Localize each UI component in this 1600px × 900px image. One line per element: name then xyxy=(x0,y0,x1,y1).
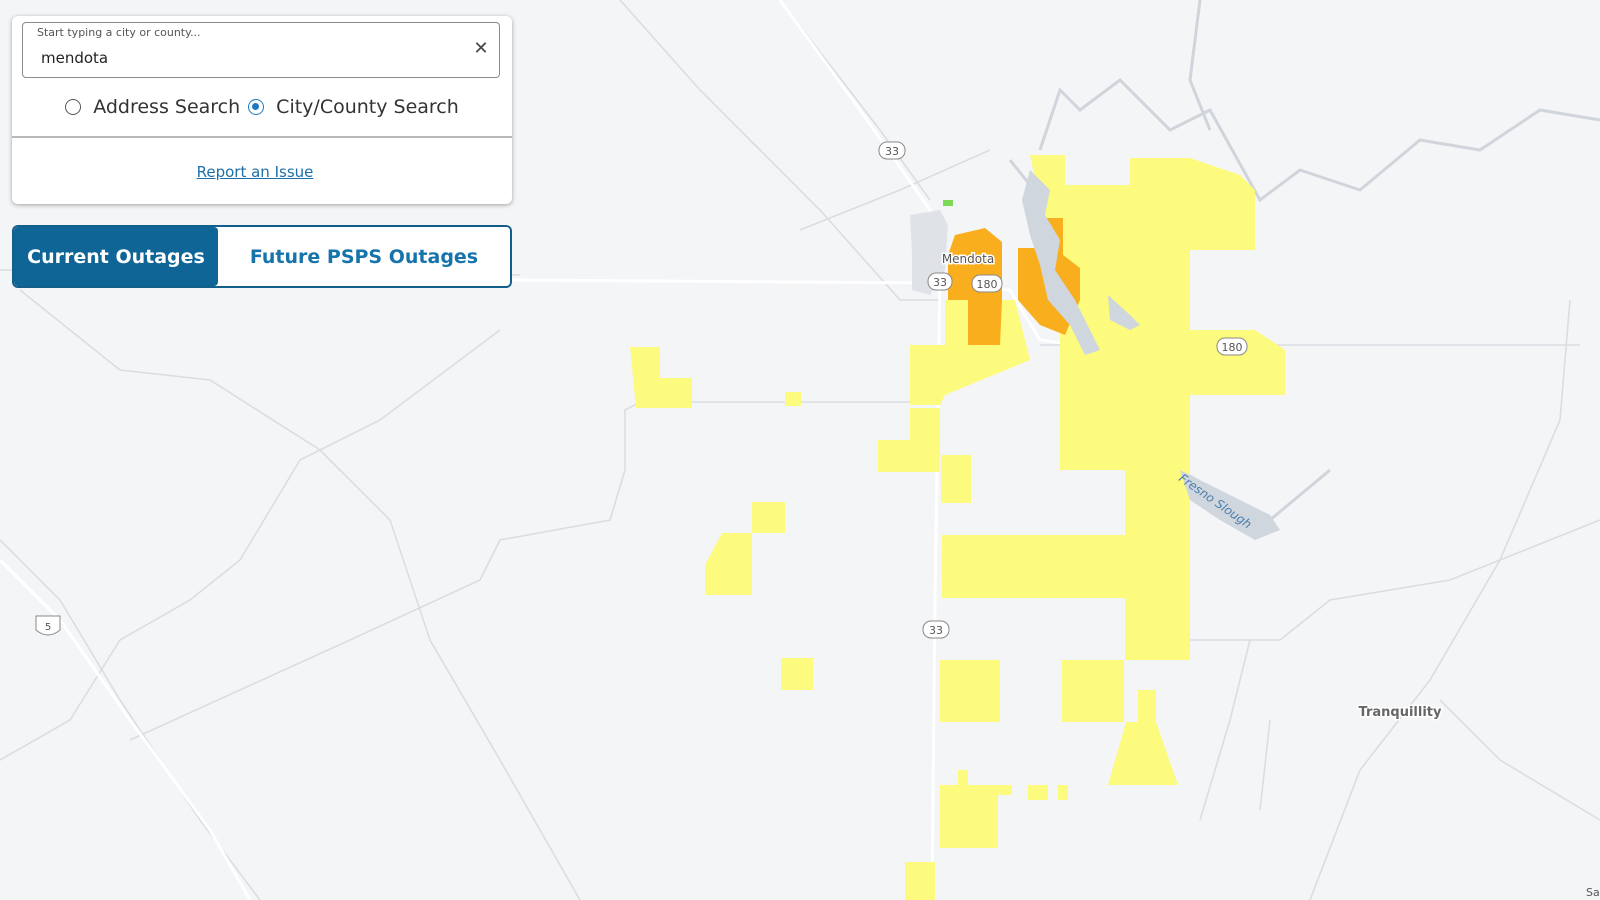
clear-icon[interactable]: ✕ xyxy=(471,39,491,59)
svg-text:180: 180 xyxy=(1222,341,1243,354)
shield-33-south: 33 xyxy=(922,620,950,639)
report-issue-link[interactable]: Report an Issue xyxy=(12,163,498,181)
outage-area[interactable] xyxy=(785,392,801,406)
city-county-search-label: City/County Search xyxy=(276,96,459,118)
divider xyxy=(12,136,512,138)
svg-text:180: 180 xyxy=(977,278,998,291)
outage-area[interactable] xyxy=(705,502,785,595)
outage-area[interactable] xyxy=(878,408,940,472)
search-field-label: Start typing a city or county... xyxy=(37,26,201,39)
shield-180-east: 180 xyxy=(1216,337,1248,356)
shield-33-north: 33 xyxy=(878,141,906,160)
search-panel: Start typing a city or county... ✕ Addre… xyxy=(12,16,512,204)
svg-text:5: 5 xyxy=(45,622,51,633)
address-search-label: Address Search xyxy=(93,96,241,118)
current-outages-button[interactable]: Current Outages xyxy=(14,227,218,286)
place-label-tranquillity: Tranquillity xyxy=(1359,705,1442,720)
outage-area[interactable] xyxy=(941,455,971,503)
outage-area[interactable] xyxy=(630,347,692,408)
outage-area[interactable] xyxy=(1062,660,1124,722)
svg-text:33: 33 xyxy=(929,624,943,637)
outage-area[interactable] xyxy=(1028,785,1048,800)
small-green-area xyxy=(943,200,953,206)
river xyxy=(1038,78,1600,203)
outage-area[interactable] xyxy=(940,660,1000,722)
address-search-radio[interactable] xyxy=(65,99,82,115)
shield-180-city: 180 xyxy=(971,274,1003,293)
svg-text:33: 33 xyxy=(885,145,899,158)
city-county-search-radio[interactable] xyxy=(248,99,265,115)
outage-area[interactable] xyxy=(940,770,1012,848)
search-mode-group: Address Search City/County Search xyxy=(12,94,512,120)
address-search-option[interactable]: Address Search xyxy=(65,96,240,118)
outage-view-toggle: Current Outages Future PSPS Outages xyxy=(12,225,512,288)
road-line xyxy=(19,289,581,900)
interstate-5 xyxy=(0,558,252,900)
city-county-search-option[interactable]: City/County Search xyxy=(248,96,459,118)
shield-i5: 5 xyxy=(35,615,61,636)
road-line xyxy=(1259,719,1271,811)
road-line xyxy=(1180,519,1600,641)
search-field[interactable]: Start typing a city or county... ✕ xyxy=(22,22,500,78)
road-line xyxy=(1439,699,1600,821)
future-psps-outages-button[interactable]: Future PSPS Outages xyxy=(218,227,510,286)
road-line xyxy=(0,329,501,761)
place-label-mendota: Mendota xyxy=(942,252,994,266)
svg-text:33: 33 xyxy=(933,276,947,289)
outage-area[interactable] xyxy=(781,658,813,690)
outage-area[interactable] xyxy=(1058,785,1068,800)
road-line xyxy=(1199,639,1251,821)
shield-33-city: 33 xyxy=(927,272,953,291)
road-line xyxy=(1309,299,1571,900)
road-line xyxy=(129,401,940,741)
place-label-corner: Sa xyxy=(1586,886,1600,899)
search-input[interactable] xyxy=(41,49,461,67)
outage-area[interactable] xyxy=(905,862,935,900)
outage-area[interactable] xyxy=(942,535,1125,598)
